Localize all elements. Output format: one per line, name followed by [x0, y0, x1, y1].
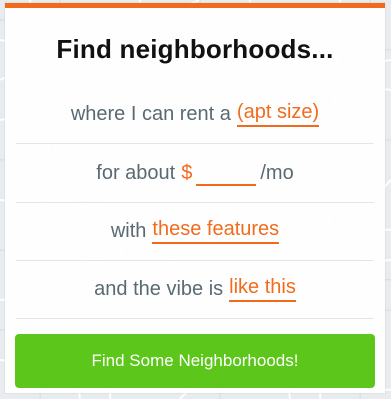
- neighborhood-finder-card: Find neighborhoods... where I can rent a…: [5, 3, 385, 393]
- monthly-price-input[interactable]: [196, 160, 257, 186]
- price-row: for about $ /mo: [16, 144, 374, 203]
- apt-size-row: where I can rent a (apt size): [16, 85, 374, 144]
- currency-symbol: $: [181, 161, 193, 184]
- price-prefix: for about: [96, 161, 176, 184]
- vibe-prefix: and the vibe is: [94, 277, 224, 300]
- form-title: Find neighborhoods...: [56, 34, 334, 64]
- price-suffix: /mo: [260, 161, 294, 184]
- vibe-row: and the vibe is like this: [16, 260, 374, 319]
- features-link[interactable]: these features: [152, 218, 280, 244]
- apt-size-prefix: where I can rent a: [70, 102, 231, 125]
- apt-size-link[interactable]: (apt size): [236, 101, 320, 127]
- find-neighborhoods-button[interactable]: Find Some Neighborhoods!: [15, 334, 375, 388]
- vibe-link[interactable]: like this: [229, 276, 296, 302]
- form-divider: [16, 318, 374, 319]
- features-row: with these features: [16, 202, 374, 261]
- features-prefix: with: [110, 219, 147, 242]
